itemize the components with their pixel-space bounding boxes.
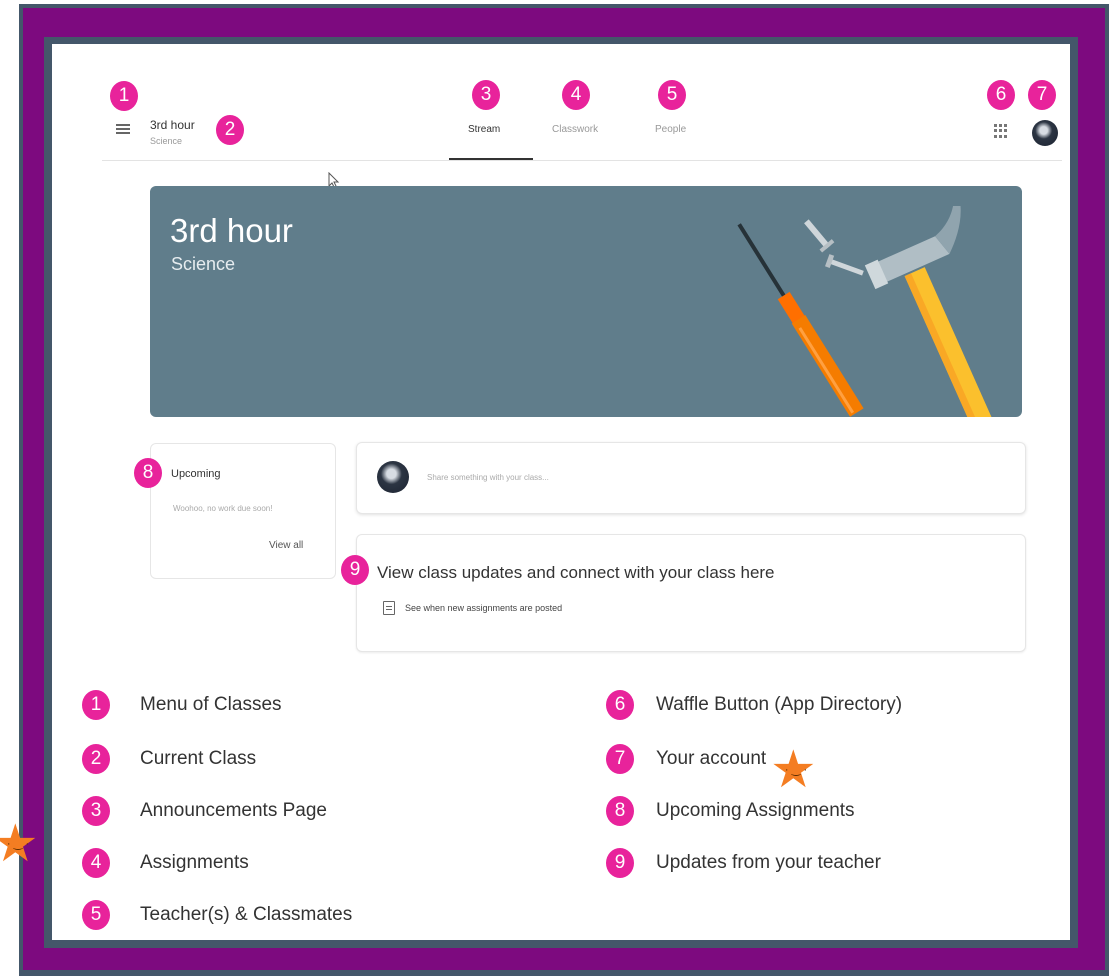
header-divider xyxy=(102,160,1062,161)
tab-classwork[interactable]: Classwork xyxy=(552,124,598,135)
legend-callout-9: 9 xyxy=(606,848,634,878)
callout-5: 5 xyxy=(658,80,686,110)
legend-label-7: Your account xyxy=(656,748,767,769)
clipboard-icon xyxy=(383,601,395,615)
class-name[interactable]: 3rd hour xyxy=(150,118,195,132)
tools-illustration-icon xyxy=(737,206,994,417)
tab-people[interactable]: People xyxy=(655,124,686,135)
legend-callout-3: 3 xyxy=(82,796,110,826)
legend-label-1: Menu of Classes xyxy=(140,694,282,715)
upcoming-text: Woohoo, no work due soon! xyxy=(173,504,273,513)
legend-label-9: Updates from your teacher xyxy=(656,852,881,873)
share-input[interactable]: Share something with your class... xyxy=(427,473,549,482)
callout-4: 4 xyxy=(562,80,590,110)
updates-subtitle: See when new assignments are posted xyxy=(405,603,563,613)
class-subject: Science xyxy=(150,136,183,146)
legend-callout-5: 5 xyxy=(82,900,110,930)
callout-7: 7 xyxy=(1028,80,1056,110)
legend-label-8: Upcoming Assignments xyxy=(656,800,855,821)
banner-title: 3rd hour xyxy=(170,212,293,249)
star-sticker-icon: ★ · ‿ · xyxy=(770,741,817,799)
menu-icon[interactable] xyxy=(116,124,130,135)
share-avatar xyxy=(377,461,409,493)
legend-label-4: Assignments xyxy=(140,852,249,873)
banner-subtitle: Science xyxy=(171,254,236,274)
callout-3: 3 xyxy=(472,80,500,110)
upcoming-card: Upcoming Woohoo, no work due soon! View … xyxy=(150,443,336,579)
callout-2: 2 xyxy=(216,115,244,145)
legend-callout-2: 2 xyxy=(82,744,110,774)
upcoming-title: Upcoming xyxy=(171,468,221,480)
tab-stream[interactable]: Stream xyxy=(468,124,500,135)
legend-label-6: Waffle Button (App Directory) xyxy=(656,694,903,715)
waffle-icon[interactable] xyxy=(994,124,1008,138)
legend-label-2: Current Class xyxy=(140,748,257,769)
legend-label-3: Announcements Page xyxy=(140,800,327,821)
updates-title: View class updates and connect with your… xyxy=(377,563,775,582)
account-avatar[interactable] xyxy=(1032,120,1058,146)
callout-8: 8 xyxy=(134,458,162,488)
legend-callout-6: 6 xyxy=(606,690,634,720)
view-all-link[interactable]: View all xyxy=(269,540,303,551)
callout-6: 6 xyxy=(987,80,1015,110)
legend-callout-7: 7 xyxy=(606,744,634,774)
legend-callout-1: 1 xyxy=(82,690,110,720)
legend-label-5: Teacher(s) & Classmates xyxy=(140,904,353,925)
callout-1: 1 xyxy=(110,81,138,111)
updates-card: View class updates and connect with your… xyxy=(356,534,1026,652)
callout-9: 9 xyxy=(341,555,369,585)
class-banner: 3rd hour Science xyxy=(150,186,1022,417)
legend-callout-4: 4 xyxy=(82,848,110,878)
classroom-screenshot-panel: 1 3rd hour Science 2 3 4 5 Stream Classw… xyxy=(52,44,1070,940)
star-sticker-edge-icon: ★ · ‿ · xyxy=(0,815,39,873)
legend-callout-8: 8 xyxy=(606,796,634,826)
share-card[interactable]: Share something with your class... xyxy=(356,442,1026,514)
